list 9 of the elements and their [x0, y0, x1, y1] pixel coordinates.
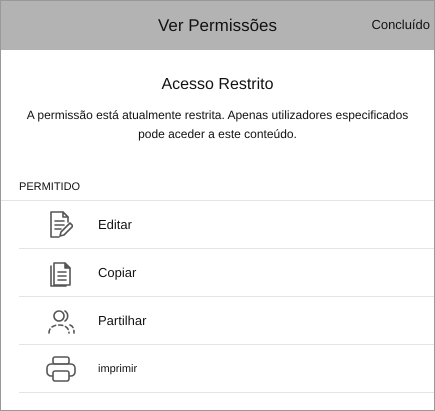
heading: Acesso Restrito [160, 76, 275, 94]
permission-label: Copiar [98, 265, 136, 280]
permission-label: Editar [98, 217, 132, 232]
permission-label: Partilhar [98, 313, 146, 328]
permission-label: imprimir [98, 362, 138, 374]
message-text: A permissão está atualmente restrita. Apenas utilizadores especificados pode aceder a este conteúdo. [26, 107, 410, 143]
done-button[interactable]: Concluído [371, 17, 430, 32]
section-title: PERMITIDO [1, 181, 434, 201]
window-title: Ver Permissões [158, 16, 278, 36]
